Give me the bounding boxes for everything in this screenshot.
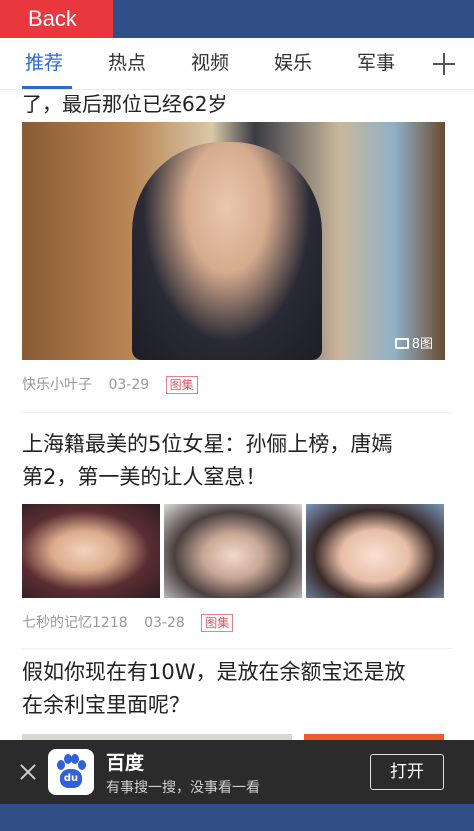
article-thumbnail[interactable] bbox=[164, 504, 302, 598]
article-title-line: 第2，第一美的让人窒息！ bbox=[22, 465, 267, 489]
article-thumbnail[interactable] bbox=[306, 504, 444, 598]
article-author: 七秒的记忆1218 bbox=[22, 615, 128, 631]
article-title-line: 假如你现在有10W，是放在余额宝还是放 bbox=[22, 660, 406, 684]
add-channel-icon[interactable] bbox=[432, 48, 456, 78]
active-tab-indicator bbox=[22, 86, 72, 89]
article-date: 03-28 bbox=[144, 615, 185, 631]
divider bbox=[22, 412, 452, 413]
open-app-button[interactable]: 打开 bbox=[370, 754, 444, 790]
article-title-line: 上海籍最美的5位女星：孙俪上榜，唐嫣 bbox=[22, 432, 393, 456]
article-date: 03-29 bbox=[108, 377, 150, 393]
bottom-bar bbox=[0, 804, 474, 831]
article-author: 快乐小叶子 bbox=[22, 377, 92, 393]
tab-entertainment[interactable]: 娱乐 bbox=[274, 38, 312, 90]
back-button[interactable]: Back bbox=[0, 0, 113, 38]
category-tabs: 推荐 热点 视频 娱乐 军事 bbox=[0, 38, 474, 90]
divider bbox=[22, 648, 452, 649]
gallery-tag: 图集 bbox=[165, 376, 198, 394]
paw-icon: du bbox=[55, 754, 87, 790]
app-download-banner: du 百度 有事搜一搜，没事看一看 打开 bbox=[0, 740, 474, 804]
image-icon bbox=[394, 338, 409, 349]
logo-text: du bbox=[60, 769, 82, 788]
article-thumbnail[interactable] bbox=[22, 504, 160, 598]
top-bar: Back bbox=[0, 0, 474, 38]
article-title-partial[interactable]: 了，最后那位已经62岁 bbox=[22, 90, 227, 117]
photo-count-text: 8图 bbox=[411, 337, 433, 352]
news-app-screen: Back 推荐 热点 视频 娱乐 军事 了，最后那位已经62岁 8图 快乐小叶子… bbox=[0, 0, 474, 831]
close-icon[interactable] bbox=[18, 762, 38, 782]
article-meta: 七秒的记忆1218 03-28 图集 bbox=[22, 612, 245, 632]
baidu-logo: du bbox=[48, 749, 94, 795]
article-title[interactable]: 上海籍最美的5位女星：孙俪上榜，唐嫣 第2，第一美的让人窒息！ bbox=[22, 428, 452, 494]
cover-photo-subject bbox=[132, 142, 322, 360]
article-meta: 快乐小叶子 03-29 图集 bbox=[22, 374, 210, 394]
app-name: 百度 bbox=[106, 752, 145, 774]
tab-hot[interactable]: 热点 bbox=[108, 38, 146, 90]
article-title[interactable]: 假如你现在有10W，是放在余额宝还是放 在余利宝里面呢？ bbox=[22, 656, 452, 722]
gallery-tag: 图集 bbox=[201, 614, 234, 632]
tab-military[interactable]: 军事 bbox=[357, 38, 395, 90]
article-title-line: 在余利宝里面呢？ bbox=[22, 693, 190, 717]
tab-recommend[interactable]: 推荐 bbox=[25, 38, 63, 90]
tab-video[interactable]: 视频 bbox=[191, 38, 229, 90]
photo-count-badge: 8图 bbox=[394, 333, 433, 352]
app-slogan: 有事搜一搜，没事看一看 bbox=[106, 780, 260, 796]
article-cover-image[interactable]: 8图 bbox=[22, 122, 445, 360]
news-feed[interactable]: 了，最后那位已经62岁 8图 快乐小叶子 03-29 图集 上海籍最美的5位女星… bbox=[0, 90, 474, 740]
